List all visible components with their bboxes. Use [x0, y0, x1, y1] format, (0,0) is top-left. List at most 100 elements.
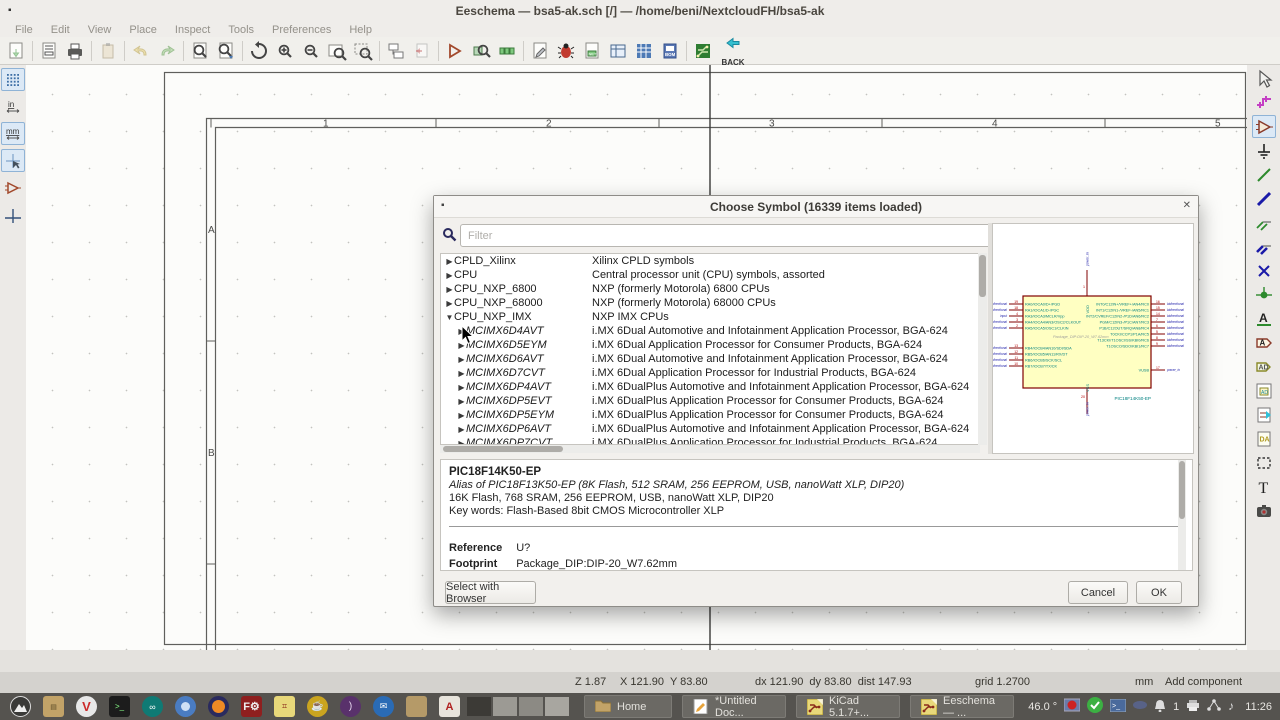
edit-fields-icon[interactable] [605, 39, 631, 63]
cancel-button[interactable]: Cancel [1068, 581, 1128, 604]
status-ok-icon[interactable] [1087, 697, 1103, 716]
bom-icon[interactable]: BOM [657, 39, 683, 63]
expanded-arrow-icon[interactable]: ▼ [445, 313, 454, 322]
zoom-selection-icon[interactable] [350, 39, 376, 63]
close-icon[interactable]: ✕ [1183, 200, 1191, 211]
zoom-out-icon[interactable] [298, 39, 324, 63]
kicad-app-icon[interactable]: ⌗ [274, 696, 295, 717]
taskbar-window--untitled-doc-[interactable]: *Untitled Doc... [682, 695, 786, 718]
tree-horizontal-scrollbar[interactable] [440, 445, 980, 453]
filter-input[interactable] [460, 224, 992, 247]
window-thumbnail[interactable] [493, 697, 517, 716]
tree-item-symbol[interactable]: ▶MCIMX6DP5EYMi.MX 6DualPlus Application … [441, 408, 979, 422]
hier-label-icon[interactable]: AD [1252, 355, 1276, 378]
annotate-icon[interactable] [527, 39, 553, 63]
tree-item-library[interactable]: ▶CPLD_XilinxXilinx CPLD symbols [441, 254, 979, 268]
symbol-table-icon[interactable] [631, 39, 657, 63]
launcher-icon[interactable] [10, 696, 31, 717]
collapsed-arrow-icon[interactable]: ▶ [445, 299, 454, 308]
ok-button[interactable]: OK [1136, 581, 1182, 604]
tree-item-symbol[interactable]: ▶MCIMX6D5EYMi.MX 6Dual Application Proce… [441, 338, 979, 352]
window-titlebar[interactable]: ▪ Eeschema — bsa5-ak.sch [/] — /home/ben… [0, 0, 1280, 22]
collapsed-arrow-icon[interactable]: ▶ [457, 355, 466, 364]
printer-tray-icon[interactable] [1186, 699, 1200, 714]
menu-file[interactable]: File [6, 24, 42, 36]
place-text-icon[interactable]: T [1252, 475, 1276, 498]
tree-item-library[interactable]: ▶CPUCentral processor unit (CPU) symbols… [441, 268, 979, 282]
tree-item-symbol[interactable]: ▶MCIMX6DP7CVTi.MX 6DualPlus Application … [441, 436, 979, 445]
highlight-net-icon[interactable] [1252, 91, 1276, 114]
undo-icon[interactable] [128, 39, 154, 63]
draw-box-icon[interactable] [1252, 451, 1276, 474]
settings-app-icon[interactable]: F⚙ [241, 696, 262, 717]
taskbar-window-home[interactable]: Home [584, 695, 672, 718]
junction-icon[interactable] [1252, 283, 1276, 306]
menu-place[interactable]: Place [120, 24, 166, 36]
units-mm-icon[interactable]: mm [1, 122, 25, 145]
import-sheet-pin-icon[interactable] [1252, 403, 1276, 426]
place-symbol-icon[interactable] [1252, 115, 1276, 138]
tree-item-library[interactable]: ▶CPU_NXP_68000NXP (formerly Motorola) 68… [441, 296, 979, 310]
music-note-icon[interactable]: ♪ [1228, 699, 1238, 715]
menu-inspect[interactable]: Inspect [166, 24, 219, 36]
bus-entry-icon[interactable] [1252, 235, 1276, 258]
hier-sheet-icon[interactable]: AD [1252, 379, 1276, 402]
paste-icon[interactable] [95, 39, 121, 63]
redo-icon[interactable] [154, 39, 180, 63]
redraw-icon[interactable] [246, 39, 272, 63]
collapsed-arrow-icon[interactable]: ▶ [457, 397, 466, 406]
collapsed-arrow-icon[interactable]: ▶ [445, 257, 454, 266]
page-settings-icon[interactable] [36, 39, 62, 63]
indicator-blob-icon[interactable] [1133, 700, 1147, 713]
zoom-fit-icon[interactable] [324, 39, 350, 63]
tree-item-symbol[interactable]: ▶MCIMX6D7CVTi.MX 6Dual Application Proce… [441, 366, 979, 380]
notification-bell-icon[interactable] [1154, 699, 1166, 715]
thunderbird-icon[interactable]: ✉ [373, 696, 394, 717]
collapsed-arrow-icon[interactable]: ▶ [457, 369, 466, 378]
cursor-shape-icon[interactable] [1, 149, 25, 172]
sheet-pin-icon[interactable]: DA [1252, 427, 1276, 450]
tree-item-symbol[interactable]: ▶MCIMX6DP5EVTi.MX 6DualPlus Application … [441, 394, 979, 408]
tree-vertical-scrollbar[interactable] [978, 253, 987, 445]
teapot-icon[interactable]: ☕ [307, 696, 328, 717]
window-thumbnail[interactable] [545, 697, 569, 716]
footprint-browser-icon[interactable] [468, 39, 494, 63]
firefox-icon[interactable] [208, 696, 229, 717]
place-wire-icon[interactable] [1252, 163, 1276, 186]
rocket-icon[interactable]: A [439, 696, 460, 717]
netlist-icon[interactable]: NET [579, 39, 605, 63]
units-inch-icon[interactable]: in [1, 95, 25, 118]
files-icon[interactable]: ▤ [43, 696, 64, 717]
select-with-browser-button[interactable]: Select with Browser [445, 581, 536, 604]
symbol-libs-icon[interactable] [494, 39, 520, 63]
menu-help[interactable]: Help [340, 24, 381, 36]
arduino-icon[interactable]: ∞ [142, 696, 163, 717]
screenshot-tool-icon[interactable] [1064, 698, 1080, 715]
collapsed-arrow-icon[interactable]: ▶ [457, 383, 466, 392]
tree-item-symbol[interactable]: ▶MCIMX6DP6AVTi.MX 6DualPlus Automotive a… [441, 422, 979, 436]
collapsed-arrow-icon[interactable]: ▶ [445, 285, 454, 294]
details-vertical-scrollbar[interactable] [1178, 460, 1186, 570]
terminal-icon[interactable]: >_ [109, 696, 130, 717]
back-button[interactable]: BACK [716, 35, 750, 67]
taskbar-window-eeschema-[interactable]: Eeschema — ... [910, 695, 1014, 718]
find-icon[interactable] [187, 39, 213, 63]
window-thumbnail[interactable] [467, 697, 491, 716]
collapsed-arrow-icon[interactable]: ▶ [445, 271, 454, 280]
leave-sheet-icon[interactable] [409, 39, 435, 63]
tree-item-symbol[interactable]: ▶MCIMX6D6AVTi.MX 6Dual Automotive and In… [441, 352, 979, 366]
hidden-pins-icon[interactable] [1, 176, 25, 199]
no-connect-icon[interactable] [1252, 259, 1276, 282]
wire-entry-icon[interactable] [1252, 211, 1276, 234]
tree-item-symbol[interactable]: ▶MCIMX6D4AVTi.MX 6Dual Automotive and In… [441, 324, 979, 338]
dialog-titlebar[interactable]: ▪ Choose Symbol (16339 items loaded) ✕ [434, 196, 1198, 218]
select-cursor-icon[interactable] [1252, 67, 1276, 90]
zoom-in-icon[interactable] [272, 39, 298, 63]
collapsed-arrow-icon[interactable]: ▶ [457, 425, 466, 434]
vivaldi-icon[interactable]: V [76, 696, 97, 717]
pcbnew-icon[interactable] [690, 39, 716, 63]
grid-toggle-icon[interactable] [1, 68, 25, 91]
symbol-tree[interactable]: ▶CPLD_XilinxXilinx CPLD symbols▶CPUCentr… [440, 253, 980, 445]
chromium-icon[interactable] [175, 696, 196, 717]
menu-tools[interactable]: Tools [219, 24, 263, 36]
